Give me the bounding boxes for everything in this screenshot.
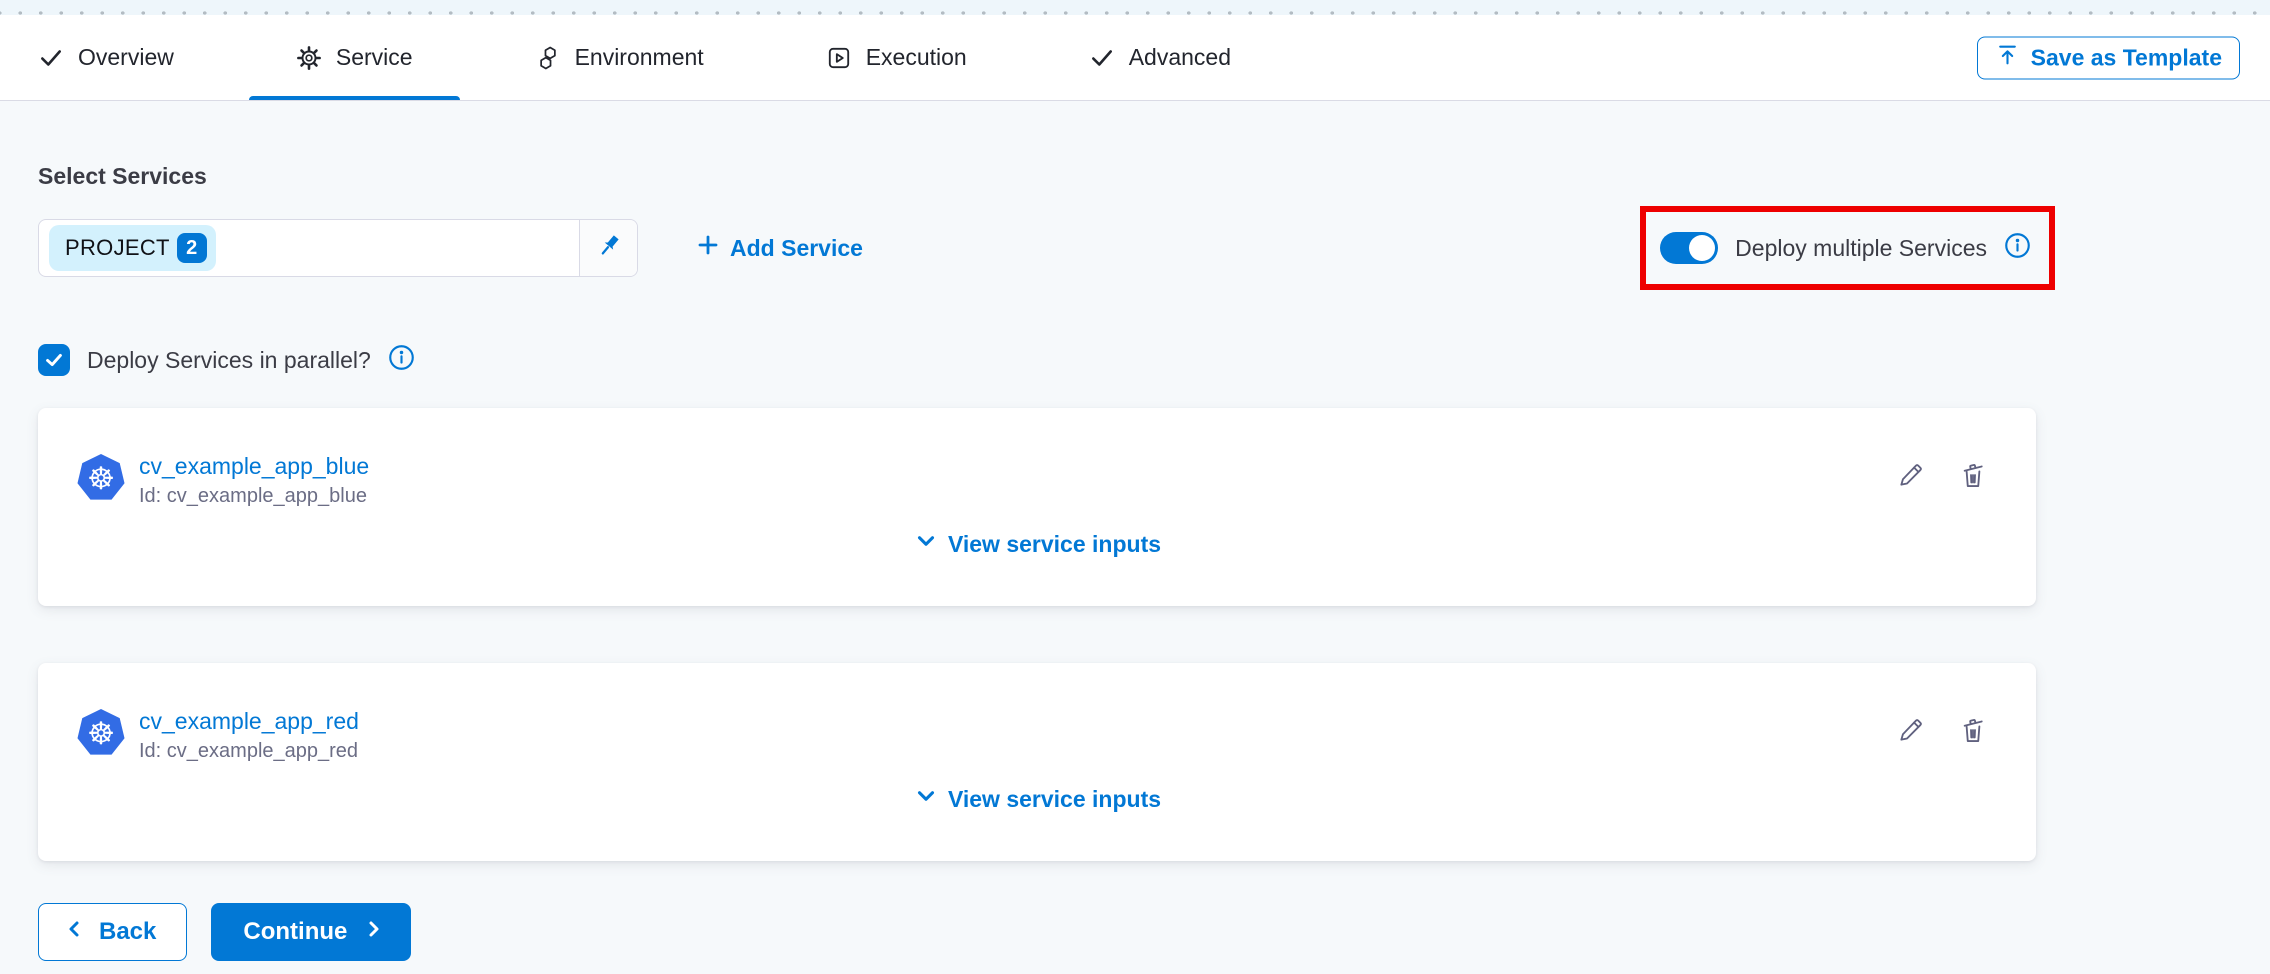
play-square-icon <box>826 45 852 71</box>
service-controls-row: PROJECT 2 Add Service <box>38 206 2055 290</box>
pipeline-canvas-strip <box>0 0 2270 15</box>
k8s-wheel-glyph: ☸ <box>87 463 115 494</box>
checkbox-check-icon <box>43 349 65 371</box>
continue-label: Continue <box>243 918 347 946</box>
back-label: Back <box>99 918 156 946</box>
service-id-text: Id: cv_example_app_red <box>139 740 359 763</box>
tab-label: Overview <box>78 44 174 71</box>
pin-toggle[interactable] <box>579 220 637 276</box>
service-card: ☸ cv_example_app_red Id: cv_example_app_… <box>38 663 2036 861</box>
tab-label: Environment <box>575 44 704 71</box>
back-button[interactable]: Back <box>38 903 187 961</box>
service-card-actions <box>1894 713 1990 752</box>
upload-icon <box>1995 42 2020 73</box>
parallel-deploy-row: Deploy Services in parallel? <box>38 344 2270 376</box>
check-icon <box>38 45 64 71</box>
deploy-parallel-label: Deploy Services in parallel? <box>87 347 371 374</box>
kubernetes-icon: ☸ <box>77 709 125 757</box>
toggle-knob <box>1689 235 1715 261</box>
check-icon <box>1089 45 1115 71</box>
save-as-template-label: Save as Template <box>2031 44 2222 71</box>
deploy-multiple-services-label: Deploy multiple Services <box>1735 235 1987 262</box>
view-service-inputs-label: View service inputs <box>948 531 1161 558</box>
service-tab-content: Select Services PROJECT 2 <box>0 101 2270 961</box>
k8s-wheel-glyph: ☸ <box>87 718 115 749</box>
tab-advanced[interactable]: Advanced <box>1089 15 1231 100</box>
delete-service-icon[interactable] <box>1956 458 1990 497</box>
tab-label: Advanced <box>1129 44 1231 71</box>
deploy-multiple-services-toggle[interactable] <box>1660 232 1718 264</box>
service-name-block: cv_example_app_red Id: cv_example_app_re… <box>139 709 359 763</box>
service-id-text: Id: cv_example_app_blue <box>139 485 369 508</box>
service-name-link[interactable]: cv_example_app_blue <box>139 454 369 479</box>
chevron-left-icon <box>63 917 87 948</box>
select-services-label: Select Services <box>38 163 2270 190</box>
chevron-right-icon <box>361 917 385 948</box>
services-multiselect-input[interactable]: PROJECT 2 <box>38 219 638 277</box>
service-name-link[interactable]: cv_example_app_red <box>139 709 359 734</box>
chip-count-badge: 2 <box>177 233 207 263</box>
service-card-header: ☸ cv_example_app_red Id: cv_example_app_… <box>77 709 1990 763</box>
tab-execution[interactable]: Execution <box>826 15 967 100</box>
chevron-down-icon <box>913 528 939 560</box>
service-card-header: ☸ cv_example_app_blue Id: cv_example_app… <box>77 454 1990 508</box>
add-service-button[interactable]: Add Service <box>696 233 863 263</box>
selected-chips: PROJECT 2 <box>39 225 579 271</box>
wizard-footer: Back Continue <box>38 903 2270 961</box>
service-card: ☸ cv_example_app_blue Id: cv_example_app… <box>38 408 2036 606</box>
info-icon[interactable] <box>388 344 415 376</box>
view-service-inputs-label: View service inputs <box>948 786 1161 813</box>
service-name-block: cv_example_app_blue Id: cv_example_app_b… <box>139 454 369 508</box>
delete-service-icon[interactable] <box>1956 713 1990 752</box>
chip-label: PROJECT <box>65 235 170 261</box>
tab-label: Execution <box>866 44 967 71</box>
stage-tabbar: Overview Service Environment <box>0 15 2270 101</box>
gear-icon <box>296 45 322 71</box>
view-service-inputs-toggle[interactable]: View service inputs <box>38 528 2036 560</box>
service-card-actions <box>1894 458 1990 497</box>
add-service-label: Add Service <box>730 235 863 262</box>
save-as-template-button[interactable]: Save as Template <box>1977 36 2240 79</box>
continue-button[interactable]: Continue <box>211 903 411 961</box>
project-scope-chip[interactable]: PROJECT 2 <box>49 225 216 271</box>
tab-service[interactable]: Service <box>296 15 413 100</box>
hexagons-icon <box>535 45 561 71</box>
tab-environment[interactable]: Environment <box>535 15 704 100</box>
deploy-multiple-highlight-box: Deploy multiple Services <box>1640 206 2055 290</box>
tab-label: Service <box>336 44 413 71</box>
chevron-down-icon <box>913 783 939 815</box>
plus-icon <box>696 233 720 263</box>
deploy-parallel-checkbox[interactable] <box>38 344 70 376</box>
edit-service-icon[interactable] <box>1894 713 1928 752</box>
edit-service-icon[interactable] <box>1894 458 1928 497</box>
view-service-inputs-toggle[interactable]: View service inputs <box>38 783 2036 815</box>
tab-overview[interactable]: Overview <box>38 15 174 100</box>
info-icon[interactable] <box>2004 232 2031 264</box>
kubernetes-icon: ☸ <box>77 454 125 502</box>
pin-icon <box>594 231 624 266</box>
